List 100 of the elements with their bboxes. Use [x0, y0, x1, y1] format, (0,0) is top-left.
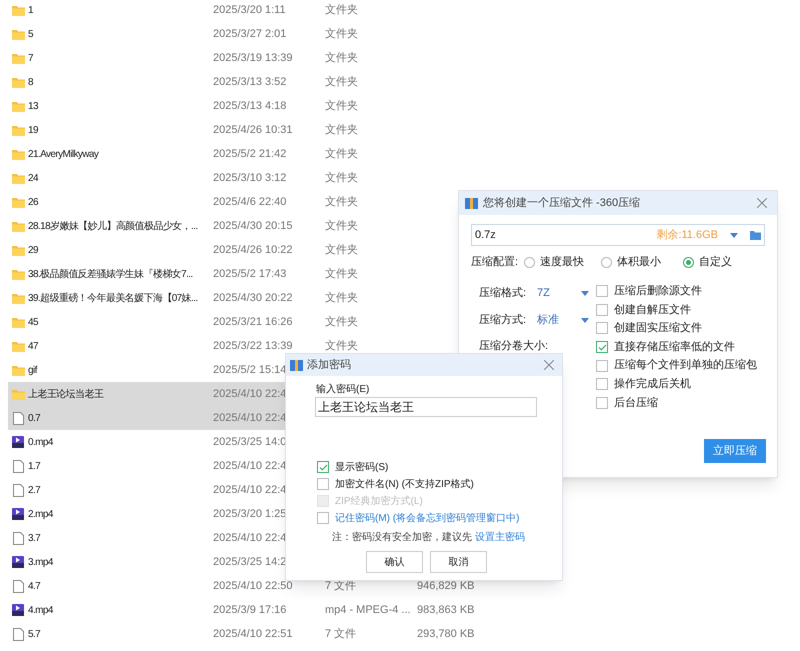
folder-icon — [12, 28, 24, 40]
file-row[interactable]: 7 2025/3/19 13:39 文件夹 — [8, 46, 408, 70]
checkbox[interactable] — [317, 461, 329, 473]
option-label: 创建固实压缩文件 — [614, 320, 702, 336]
file-type: 文件夹 — [325, 316, 358, 328]
folder-icon — [12, 124, 24, 136]
folder-icon — [12, 340, 24, 352]
folder-icon — [12, 316, 24, 328]
file-name: 45 — [28, 316, 38, 328]
password-field[interactable]: 上老王论坛当老王 — [315, 397, 537, 417]
file-row[interactable]: 38.极品颜值反差骚婊学生妹『楼梯女7... 2025/5/2 17:43 文件夹 — [8, 262, 408, 286]
dialog-button[interactable]: 确认 — [366, 551, 423, 573]
remember-link[interactable]: 记住密码(M) (将会备忘到密码管理窗口中) — [335, 510, 520, 526]
folder-icon — [12, 196, 24, 208]
file-row[interactable]: 26 2025/4/6 22:40 文件夹 — [8, 190, 408, 214]
file-icon — [12, 460, 24, 472]
setting-dropdown[interactable]: 7Z — [537, 285, 589, 302]
option-label: 加密文件名(N) (不支持ZIP格式) — [335, 478, 474, 492]
caret-icon[interactable] — [581, 318, 589, 323]
file-date: 2025/4/30 20:22 — [213, 292, 293, 304]
file-size: 293,780 KB — [417, 626, 474, 642]
checkbox[interactable] — [596, 285, 608, 298]
folder-icon — [12, 100, 24, 112]
close-icon[interactable] — [757, 198, 767, 208]
file-date: 2025/4/30 20:15 — [213, 220, 293, 232]
file-row[interactable]: 13 2025/3/13 4:18 文件夹 — [8, 94, 408, 118]
file-row[interactable]: 19 2025/4/26 10:31 文件夹 — [8, 118, 408, 142]
checkbox[interactable] — [596, 341, 608, 354]
file-row[interactable]: 45 2025/3/21 16:26 文件夹 — [8, 310, 408, 334]
file-name: 4.7 — [28, 580, 40, 592]
file-name: 39.超级重磅！今年最美名媛下海【07妹... — [28, 292, 198, 304]
file-name: 1 — [28, 4, 33, 16]
file-name: 3.mp4 — [28, 556, 53, 568]
file-date: 2025/5/2 15:14 — [213, 364, 286, 376]
file-row[interactable]: 21.AveryMilkyway 2025/5/2 21:42 文件夹 — [8, 142, 408, 166]
file-date: 2025/4/6 22:40 — [213, 196, 286, 208]
file-type: 7 文件 — [325, 580, 356, 592]
file-name: 0.7 — [28, 412, 40, 424]
file-name: 19 — [28, 124, 38, 136]
radio-label: 速度最快 — [540, 254, 584, 270]
file-type: 文件夹 — [325, 172, 358, 184]
file-row[interactable]: 5 2025/3/27 2:01 文件夹 — [8, 22, 408, 46]
file-date: 2025/3/20 1:11 — [213, 4, 286, 16]
set-master-password-link[interactable]: 设置主密码 — [475, 530, 525, 545]
file-date: 2025/3/19 13:39 — [213, 52, 293, 64]
option-label: 创建自解压文件 — [614, 302, 691, 318]
file-row[interactable]: 8 2025/3/13 3:52 文件夹 — [8, 70, 408, 94]
file-name: 5.7 — [28, 628, 40, 640]
file-name: 47 — [28, 340, 38, 352]
window-title: 您将创建一个压缩文件 -360压缩 — [483, 196, 640, 211]
file-icon — [12, 532, 24, 544]
file-row[interactable]: 28.18岁嫩妹【妙儿】高颜值极品少女，... 2025/4/30 20:15 文件夹 — [8, 214, 408, 238]
file-date: 2025/3/10 3:12 — [213, 172, 286, 184]
file-size: 983,863 KB — [417, 602, 474, 618]
checkbox[interactable] — [317, 512, 329, 524]
file-name: 26 — [28, 196, 38, 208]
close-icon[interactable] — [544, 360, 554, 370]
file-type: 文件夹 — [325, 244, 358, 256]
file-name: 13 — [28, 100, 38, 112]
radio-button[interactable] — [601, 256, 612, 268]
checkbox[interactable] — [596, 304, 608, 316]
checkbox[interactable] — [596, 360, 608, 372]
folder-icon — [12, 268, 24, 280]
file-date: 2025/5/2 21:42 — [213, 148, 286, 160]
option-label: ZIP经典加密方式(L) — [335, 494, 423, 508]
checkbox[interactable] — [317, 478, 329, 490]
archive-icon — [465, 198, 478, 208]
file-row[interactable]: 1 2025/3/20 1:11 文件夹 — [8, 0, 408, 22]
free-space: 剩余:11.6GB — [656, 228, 718, 243]
file-row[interactable]: 29 2025/4/26 10:22 文件夹 — [8, 238, 408, 262]
folder-icon — [12, 388, 24, 400]
path-field[interactable]: 0.7z 剩余:11.6GB — [471, 224, 765, 246]
file-row[interactable]: 39.超级重磅！今年最美名媛下海【07妹... 2025/4/30 20:22 文件夹 — [8, 286, 408, 310]
option-label: 显示密码(S) — [335, 460, 388, 474]
radio-button[interactable] — [683, 256, 694, 268]
setting-dropdown[interactable]: 标准 — [537, 312, 589, 329]
file-name: 上老王论坛当老王 — [28, 388, 104, 400]
file-type: 文件夹 — [325, 196, 358, 208]
file-name: 24 — [28, 172, 38, 184]
file-row[interactable]: 24 2025/3/10 3:12 文件夹 — [8, 166, 408, 190]
caret-icon[interactable] — [581, 291, 589, 296]
folder-icon[interactable] — [750, 230, 761, 240]
option-label: 后台压缩 — [614, 396, 658, 411]
checkbox[interactable] — [596, 396, 608, 409]
note-text: 注：密码没有安全加密，建议先 — [332, 530, 472, 545]
dialog-button[interactable]: 取消 — [430, 551, 487, 573]
checkbox[interactable] — [596, 378, 608, 390]
radio-button[interactable] — [524, 256, 535, 268]
file-name: 0.mp4 — [28, 436, 53, 448]
setting-label: 压缩格式: — [479, 286, 528, 302]
folder-icon — [12, 292, 24, 304]
file-date: 2025/4/10 22:4 — [213, 388, 286, 400]
option-label: 压缩每个文件到单独的压缩包 — [614, 358, 757, 374]
file-row[interactable]: 47 2025/3/22 13:39 文件夹 — [8, 334, 408, 358]
file-name: 21.AveryMilkyway — [28, 148, 98, 160]
file-date: 2025/4/10 22:4 — [213, 484, 286, 496]
file-type: 文件夹 — [325, 220, 358, 232]
caret-icon[interactable] — [730, 232, 738, 238]
file-date: 2025/4/10 22:4 — [213, 412, 286, 424]
checkbox[interactable] — [596, 322, 608, 334]
